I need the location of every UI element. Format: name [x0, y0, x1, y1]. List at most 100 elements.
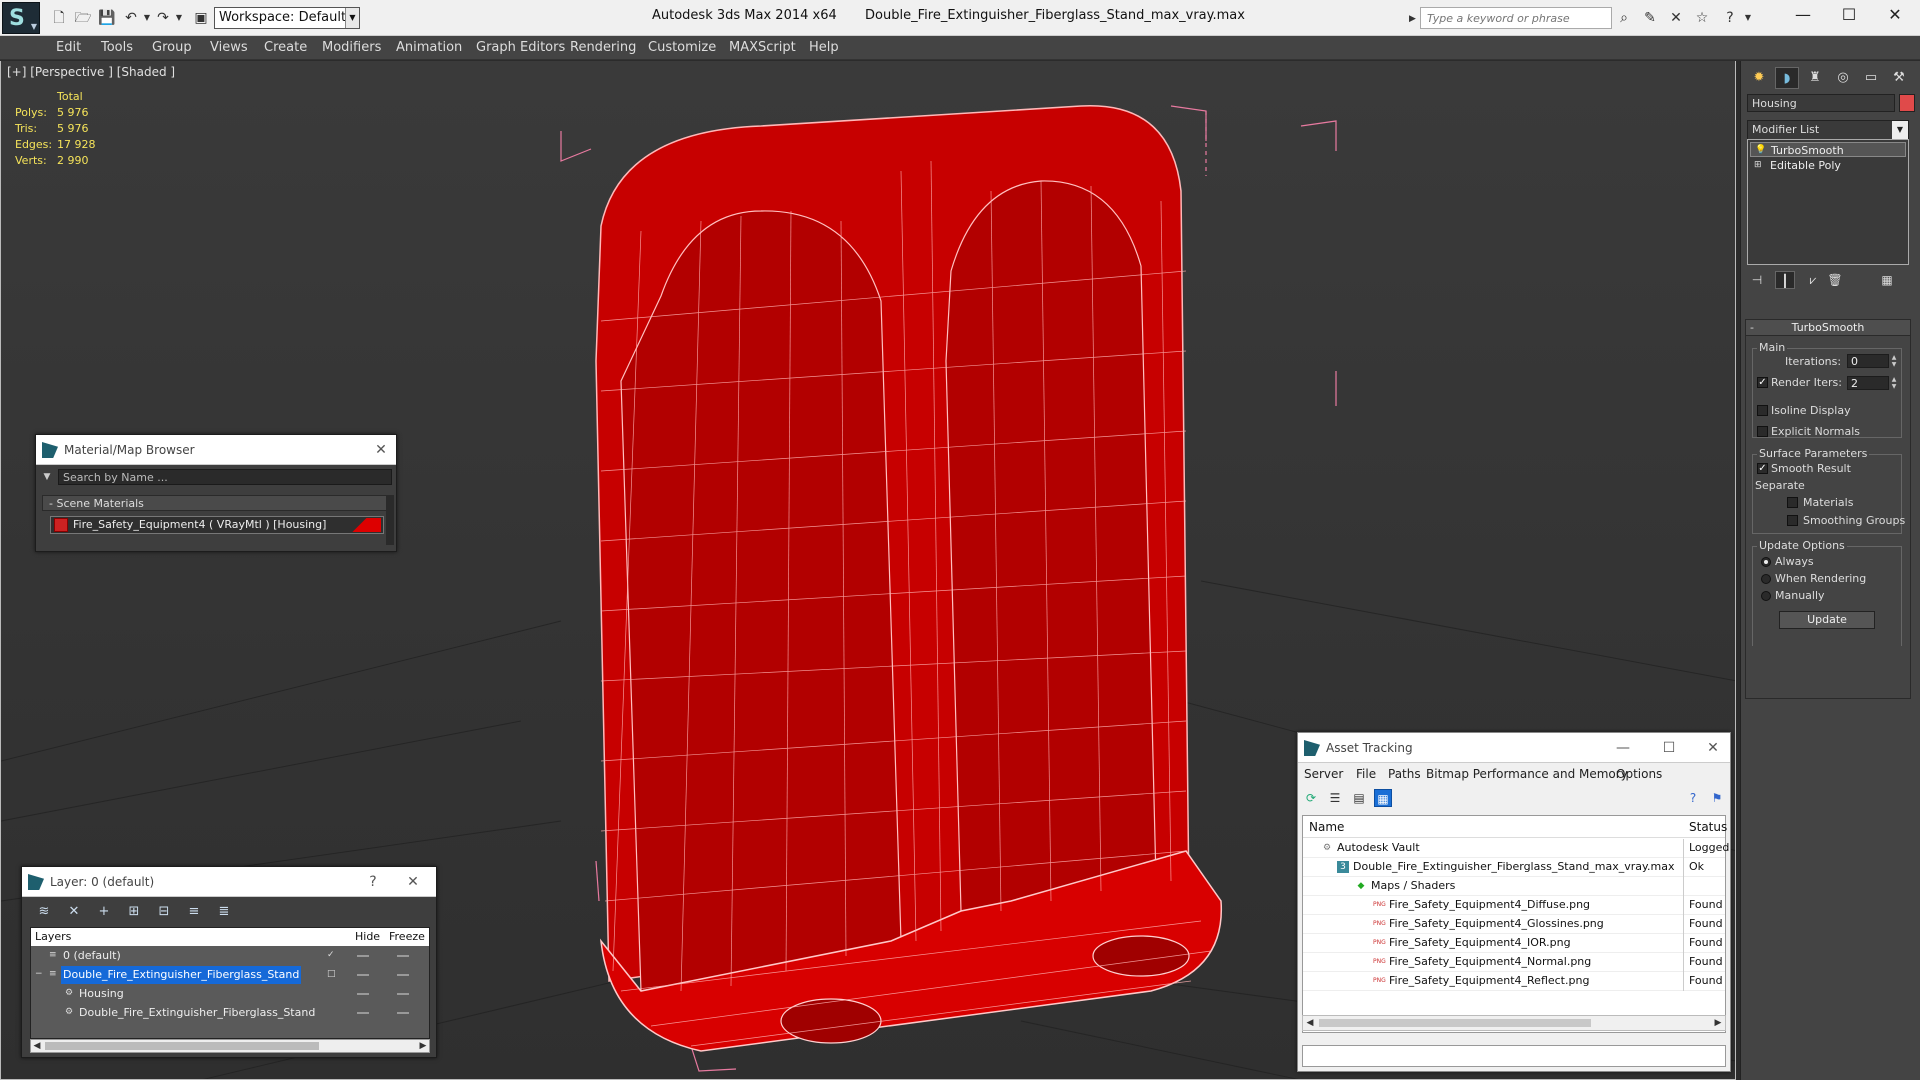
- help-button[interactable]: ?: [362, 871, 384, 893]
- asset-menu-file[interactable]: File: [1356, 767, 1376, 781]
- menu-help[interactable]: Help: [809, 40, 839, 55]
- asset-row[interactable]: PNG Fire_Safety_Equipment4_Diffuse.png F…: [1303, 896, 1725, 915]
- layer-row[interactable]: ⚙ Double_Fire_Extinguisher_Fiberglass_St…: [31, 1004, 429, 1023]
- maximize-button[interactable]: ☐: [1826, 0, 1872, 30]
- material-browser-titlebar[interactable]: Material/Map Browser ✕: [36, 435, 396, 465]
- freeze-toggle[interactable]: [397, 974, 409, 976]
- asset-row[interactable]: ⚙ Autodesk Vault Logged: [1303, 839, 1729, 858]
- iterations-spinner[interactable]: [1847, 354, 1889, 368]
- make-unique-icon[interactable]: ⩗: [1803, 271, 1823, 289]
- status-column-header[interactable]: Status: [1689, 820, 1727, 834]
- help-dropdown-icon[interactable]: ▼: [1738, 9, 1758, 27]
- menu-animation[interactable]: Animation: [396, 40, 462, 55]
- menu-graph-editors[interactable]: Graph Editors: [476, 40, 565, 55]
- layers-column-header[interactable]: Layers: [35, 930, 71, 943]
- help-icon[interactable]: ?: [1720, 9, 1740, 27]
- manually-radio[interactable]: [1761, 591, 1771, 601]
- communication-icon[interactable]: ✕: [1666, 9, 1686, 27]
- save-icon[interactable]: 💾: [98, 9, 116, 27]
- plus-box-icon[interactable]: ⊞: [1754, 159, 1766, 171]
- scroll-right-icon[interactable]: ▶: [1712, 1017, 1724, 1029]
- menu-edit[interactable]: Edit: [56, 40, 81, 55]
- asset-row[interactable]: PNG Fire_Safety_Equipment4_Normal.png Fo…: [1303, 953, 1725, 972]
- menu-create[interactable]: Create: [264, 40, 307, 55]
- asset-menu-bitmap[interactable]: Bitmap Performance and Memory: [1426, 767, 1628, 781]
- thumbnail-view-icon[interactable]: ▤: [1350, 789, 1368, 807]
- current-layer-check-icon[interactable]: ✓: [327, 949, 339, 961]
- when-rendering-radio[interactable]: [1761, 574, 1771, 584]
- freeze-toggle[interactable]: [397, 1012, 409, 1014]
- layer-row[interactable]: − ≡ Double_Fire_Extinguisher_Fiberglass_…: [31, 966, 429, 985]
- search-input[interactable]: [1421, 8, 1611, 28]
- render-iters-checkbox[interactable]: ✓: [1757, 377, 1768, 388]
- table-view-icon[interactable]: ▦: [1374, 789, 1392, 807]
- context-help-icon[interactable]: ⚑: [1708, 789, 1726, 807]
- minimize-button[interactable]: —: [1780, 0, 1826, 30]
- scroll-right-icon[interactable]: ▶: [417, 1040, 429, 1052]
- menu-modifiers[interactable]: Modifiers: [322, 40, 381, 55]
- project-folder-icon[interactable]: ▣: [192, 9, 210, 27]
- stack-item-editable-poly[interactable]: ⊞ Editable Poly: [1750, 158, 1906, 173]
- viewport-label[interactable]: [+] [Perspective ] [Shaded ]: [7, 65, 175, 79]
- modifier-list-dropdown[interactable]: Modifier List ▼: [1747, 120, 1909, 140]
- name-column-header[interactable]: Name: [1309, 820, 1344, 834]
- delete-layer-icon[interactable]: ✕: [64, 903, 84, 921]
- menu-customize[interactable]: Customize: [648, 40, 716, 55]
- material-item[interactable]: Fire_Safety_Equipment4 ( VRayMtl ) [Hous…: [50, 516, 384, 534]
- help-icon[interactable]: ?: [1684, 789, 1702, 807]
- maximize-button[interactable]: ☐: [1658, 737, 1680, 759]
- spinner-arrows-icon[interactable]: ▲ ▼: [1889, 354, 1899, 368]
- asset-row[interactable]: ◆ Maps / Shaders: [1303, 877, 1725, 896]
- update-button[interactable]: Update: [1779, 611, 1875, 629]
- select-objects-icon[interactable]: ⊞: [124, 903, 144, 921]
- hide-column-header[interactable]: Hide: [355, 930, 380, 943]
- redo-dropdown-icon[interactable]: ▼: [170, 9, 188, 27]
- motion-tab-icon[interactable]: ◎: [1831, 67, 1855, 89]
- app-menu-button[interactable]: S ▼: [2, 2, 40, 34]
- binoculars-icon[interactable]: ⌕: [1614, 9, 1634, 27]
- create-layer-icon[interactable]: ≋: [34, 903, 54, 921]
- object-name-field[interactable]: [1747, 94, 1895, 112]
- asset-row[interactable]: PNG Fire_Safety_Equipment4_Reflect.png F…: [1303, 972, 1725, 991]
- collapse-icon[interactable]: −: [35, 968, 47, 980]
- menu-group[interactable]: Group: [152, 40, 192, 55]
- hide-all-layers-icon[interactable]: ≣: [214, 903, 234, 921]
- display-tab-icon[interactable]: ▭: [1859, 67, 1883, 89]
- hierarchy-tab-icon[interactable]: ♜: [1803, 67, 1827, 89]
- object-color-swatch[interactable]: [1899, 94, 1915, 112]
- rollout-header[interactable]: - TurboSmooth: [1746, 320, 1910, 336]
- select-layer-icon[interactable]: ⊟: [154, 903, 174, 921]
- modify-tab-icon[interactable]: ◗: [1775, 67, 1799, 89]
- scroll-left-icon[interactable]: ◀: [31, 1040, 43, 1052]
- asset-row[interactable]: 3 Double_Fire_Extinguisher_Fiberglass_St…: [1303, 858, 1725, 877]
- asset-menu-paths[interactable]: Paths: [1388, 767, 1421, 781]
- freeze-toggle[interactable]: [397, 955, 409, 957]
- configure-modifier-sets-icon[interactable]: ▦: [1877, 271, 1897, 289]
- materials-checkbox[interactable]: [1787, 497, 1798, 508]
- isoline-display-checkbox[interactable]: [1757, 405, 1768, 416]
- always-radio[interactable]: [1761, 557, 1771, 567]
- set-current-layer-icon[interactable]: ≡: [184, 903, 204, 921]
- smooth-result-checkbox[interactable]: ✓: [1757, 463, 1768, 474]
- render-iters-spinner[interactable]: [1847, 376, 1889, 390]
- hide-toggle[interactable]: [357, 993, 369, 995]
- asset-menu-options[interactable]: Options: [1616, 767, 1662, 781]
- close-button[interactable]: ✕: [1872, 0, 1918, 30]
- show-end-result-icon[interactable]: ┃: [1775, 271, 1795, 289]
- close-icon[interactable]: ✕: [402, 871, 424, 893]
- close-icon[interactable]: ✕: [1702, 737, 1724, 759]
- spinner-arrows-icon[interactable]: ▲ ▼: [1889, 376, 1899, 390]
- scroll-thumb[interactable]: [45, 1042, 319, 1050]
- asset-horizontal-scrollbar[interactable]: ◀ ▶: [1302, 1015, 1726, 1031]
- add-to-layer-icon[interactable]: +: [94, 903, 114, 921]
- create-tab-icon[interactable]: ✹: [1747, 67, 1771, 89]
- perspective-viewport[interactable]: [+] [Perspective ] [Shaded ] Total Polys…: [0, 61, 1736, 1080]
- workspace-dropdown[interactable]: Workspace: Default ▼: [214, 7, 360, 29]
- layer-horizontal-scrollbar[interactable]: ◀ ▶: [30, 1039, 430, 1053]
- layer-window-titlebar[interactable]: Layer: 0 (default) ? ✕: [22, 867, 436, 897]
- explicit-normals-checkbox[interactable]: [1757, 426, 1768, 437]
- layer-row[interactable]: ≡ 0 (default) ✓: [31, 947, 429, 966]
- list-view-icon[interactable]: ☰: [1326, 789, 1344, 807]
- scene-materials-section[interactable]: - Scene Materials: [42, 495, 388, 511]
- new-file-icon[interactable]: 🗋: [50, 9, 68, 27]
